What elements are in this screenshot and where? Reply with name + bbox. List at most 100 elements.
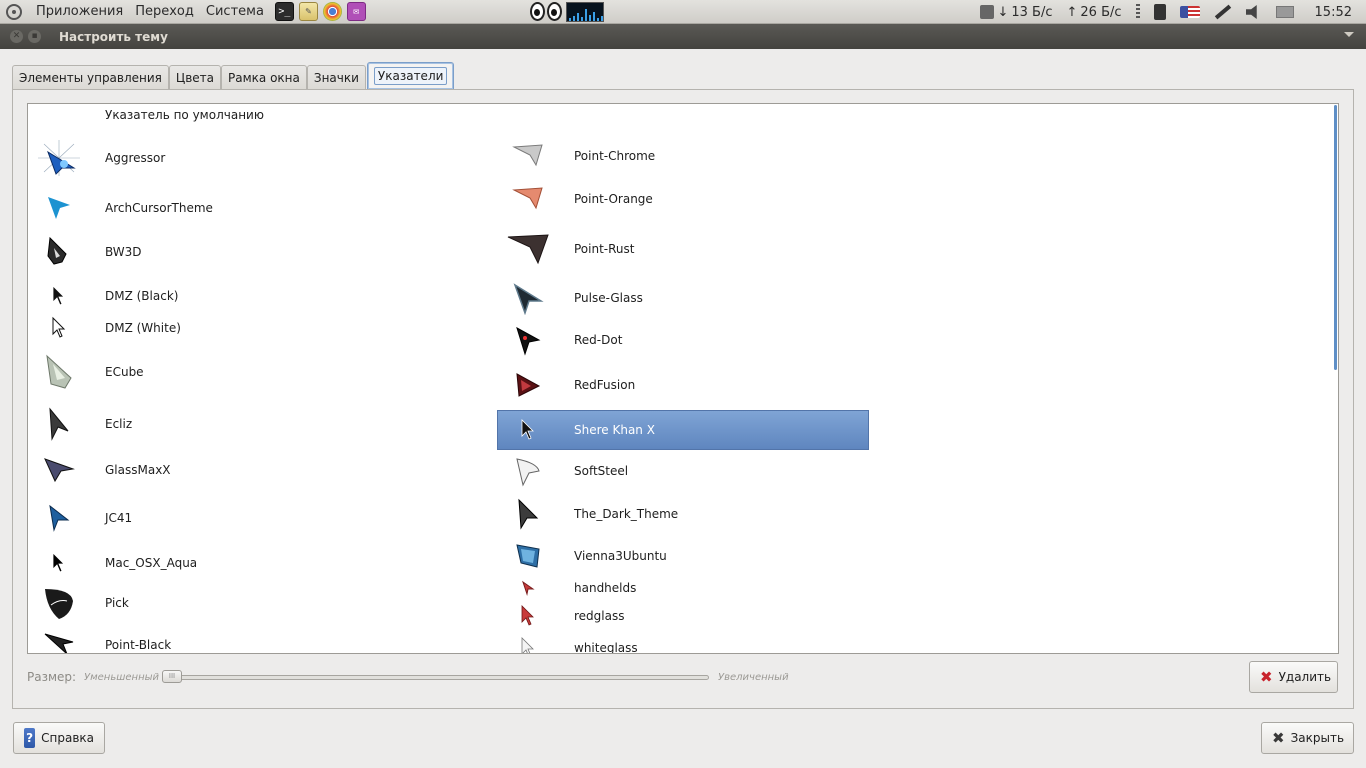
clipboard-icon bbox=[1153, 4, 1166, 20]
tab-window-border[interactable]: Рамка окна bbox=[221, 65, 307, 89]
text-editor-launcher-icon[interactable]: ✎ bbox=[298, 2, 318, 21]
cursor-theme-label: ArchCursorTheme bbox=[105, 201, 213, 215]
list-item[interactable]: Pulse-Glass bbox=[505, 278, 877, 318]
cursor-theme-label: Point-Orange bbox=[574, 192, 653, 206]
list-item-selected[interactable]: Shere Khan X bbox=[497, 410, 869, 450]
list-item[interactable]: ECube bbox=[36, 352, 496, 392]
net-up-speed: 26 Б/с bbox=[1080, 4, 1122, 20]
list-item[interactable]: whiteglass bbox=[505, 628, 877, 654]
redfusion-cursor-icon bbox=[505, 365, 551, 405]
top-panel: Приложения Переход Система >_ ✎ ✉ ↓ 13 Б… bbox=[0, 0, 1366, 24]
list-scrollbar[interactable] bbox=[1334, 105, 1337, 370]
tray-separator bbox=[1129, 4, 1147, 20]
net-download-indicator[interactable]: ↓ 13 Б/с bbox=[973, 5, 1059, 20]
cursor-theme-label: GlassMaxX bbox=[105, 463, 171, 477]
tool-tray-item[interactable] bbox=[1207, 4, 1239, 20]
ecube-cursor-icon bbox=[36, 352, 82, 392]
ecliz-cursor-icon bbox=[36, 404, 82, 444]
cursor-theme-label: RedFusion bbox=[574, 378, 636, 392]
volume-icon bbox=[1245, 5, 1257, 19]
help-button[interactable]: ? Справка bbox=[13, 722, 105, 754]
terminal-launcher-icon[interactable]: >_ bbox=[274, 2, 294, 21]
tab-pointers-label: Указатели bbox=[373, 67, 448, 85]
us-flag-icon bbox=[1179, 6, 1200, 18]
tab-pointers[interactable]: Указатели bbox=[366, 62, 455, 89]
glassmaxx-cursor-icon bbox=[36, 450, 82, 490]
list-item[interactable]: Pick bbox=[36, 583, 496, 623]
network-icon bbox=[980, 5, 995, 19]
list-item[interactable]: DMZ (White) bbox=[36, 308, 496, 348]
download-arrow-icon: ↓ bbox=[997, 4, 1009, 20]
window-title: Настроить тему bbox=[59, 29, 168, 44]
window-minimize-button[interactable]: ▪ bbox=[28, 30, 41, 43]
cursor-theme-label: Pulse-Glass bbox=[574, 291, 643, 305]
menu-applications[interactable]: Приложения bbox=[30, 4, 129, 19]
size-min-label: Уменьшенный bbox=[84, 671, 159, 683]
cursor-theme-label: Aggressor bbox=[105, 151, 166, 165]
list-item[interactable]: ArchCursorTheme bbox=[36, 188, 496, 228]
cursor-theme-list[interactable]: Указатель по умолчанию Aggressor ArchCur… bbox=[27, 103, 1339, 654]
list-item[interactable]: Point-Orange bbox=[505, 179, 877, 219]
tab-colors[interactable]: Цвета bbox=[168, 65, 222, 89]
shere-khan-x-cursor-icon bbox=[505, 410, 551, 450]
delete-button[interactable]: ✖ Удалить bbox=[1249, 661, 1338, 693]
list-item[interactable]: BW3D bbox=[36, 232, 496, 272]
list-item[interactable]: Point-Rust bbox=[505, 229, 877, 269]
list-item[interactable]: RedFusion bbox=[505, 365, 877, 405]
point-chrome-cursor-icon bbox=[505, 136, 551, 176]
window-menu-chevron-down-icon[interactable] bbox=[1344, 32, 1354, 37]
list-item[interactable]: JC41 bbox=[36, 498, 496, 538]
keyboard-layout-tray-item[interactable] bbox=[1173, 6, 1207, 18]
pulse-glass-cursor-icon bbox=[505, 278, 551, 318]
dmz-white-cursor-icon bbox=[36, 308, 82, 348]
cursor-theme-label: SoftSteel bbox=[574, 464, 629, 478]
list-item[interactable]: Mac_OSX_Aqua bbox=[36, 543, 496, 583]
cursor-theme-label: Point-Black bbox=[105, 638, 172, 652]
cursor-theme-label: Point-Rust bbox=[574, 242, 635, 256]
size-slider-handle[interactable]: III bbox=[162, 670, 182, 683]
clipboard-tray-item[interactable] bbox=[1147, 4, 1173, 20]
cursor-theme-label: whiteglass bbox=[574, 641, 638, 654]
jc41-cursor-icon bbox=[36, 498, 82, 538]
tab-controls[interactable]: Элементы управления bbox=[12, 65, 169, 89]
list-item[interactable]: SoftSteel bbox=[505, 451, 877, 491]
aggressor-cursor-icon bbox=[36, 138, 82, 178]
menu-system[interactable]: Система bbox=[200, 4, 270, 19]
mail-tray-item[interactable] bbox=[1269, 6, 1301, 18]
chat-launcher-icon[interactable]: ✉ bbox=[346, 2, 366, 21]
the-dark-theme-cursor-icon bbox=[505, 494, 551, 534]
size-slider[interactable] bbox=[172, 675, 709, 680]
cursor-theme-label: Point-Chrome bbox=[574, 149, 656, 163]
bw3d-cursor-icon bbox=[36, 232, 82, 272]
window-titlebar[interactable]: ✕ ▪ Настроить тему bbox=[0, 24, 1366, 49]
point-black-cursor-icon bbox=[36, 625, 82, 653]
tab-icons[interactable]: Значки bbox=[306, 65, 366, 89]
list-item[interactable]: Ecliz bbox=[36, 404, 496, 444]
size-label: Размер: bbox=[27, 670, 77, 684]
point-rust-cursor-icon bbox=[505, 229, 551, 269]
list-item[interactable]: Aggressor bbox=[36, 138, 496, 178]
window-close-button[interactable]: ✕ bbox=[10, 30, 23, 43]
cursor-theme-label: Red-Dot bbox=[574, 333, 623, 347]
list-item[interactable]: Указатель по умолчанию bbox=[28, 104, 488, 135]
cursor-theme-label: DMZ (Black) bbox=[105, 289, 179, 303]
volume-tray-item[interactable] bbox=[1239, 5, 1269, 19]
list-item[interactable]: Red-Dot bbox=[505, 320, 877, 360]
list-item[interactable]: The_Dark_Theme bbox=[505, 494, 877, 534]
menu-places[interactable]: Переход bbox=[129, 4, 200, 19]
cursor-theme-label: Ecliz bbox=[105, 417, 133, 431]
list-item[interactable]: Point-Black bbox=[36, 625, 496, 653]
chrome-launcher-icon[interactable] bbox=[322, 2, 342, 21]
ubuntu-logo-icon[interactable] bbox=[6, 3, 22, 20]
system-monitor-applet[interactable] bbox=[565, 1, 604, 22]
tab-icons-label: Значки bbox=[313, 70, 359, 85]
tab-bar: Элементы управления Цвета Рамка окна Зна… bbox=[12, 62, 455, 89]
softsteel-cursor-icon bbox=[505, 451, 551, 491]
list-item[interactable]: GlassMaxX bbox=[36, 450, 496, 490]
cursor-theme-label: JC41 bbox=[105, 511, 133, 525]
clock[interactable]: 15:52 bbox=[1301, 5, 1366, 20]
cursor-theme-label: BW3D bbox=[105, 245, 142, 259]
close-button[interactable]: ✖ Закрыть bbox=[1261, 722, 1354, 754]
net-upload-indicator[interactable]: ↑ 26 Б/с bbox=[1060, 5, 1129, 20]
list-item[interactable]: Point-Chrome bbox=[505, 136, 877, 176]
